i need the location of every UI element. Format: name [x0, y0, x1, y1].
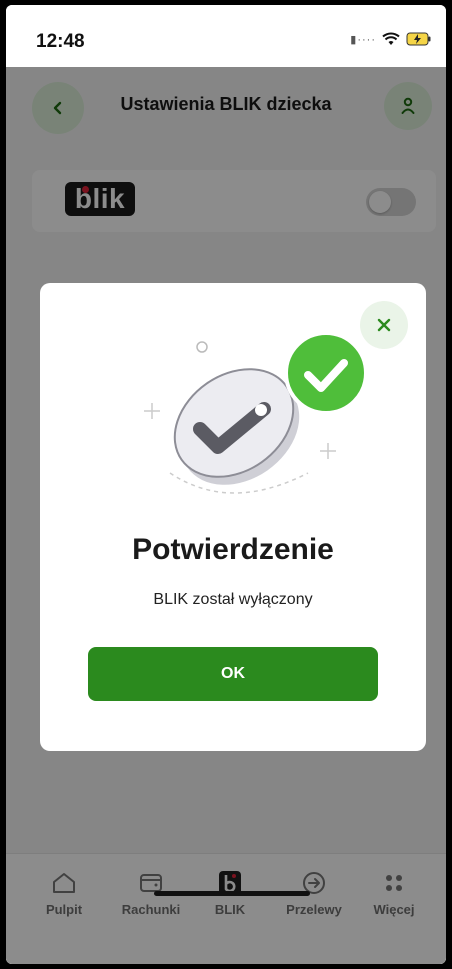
status-icons: ▮····: [350, 32, 432, 46]
app-content: Ustawienia BLIK dziecka blik Pulpit Rach…: [6, 67, 446, 964]
phone-screen: 12:48 ▮···· Ustawienia BLIK dziecka blik…: [6, 5, 446, 964]
close-icon: [377, 318, 391, 332]
confirmation-dialog: Potwierdzenie BLIK został wyłączony OK: [40, 283, 426, 751]
dialog-message: BLIK został wyłączony: [153, 591, 313, 608]
dialog-title: Potwierdzenie: [132, 533, 334, 566]
success-illustration: [144, 331, 368, 494]
signal-icon: ▮····: [350, 33, 376, 46]
wifi-icon: [382, 32, 400, 45]
battery-icon: [406, 32, 431, 46]
status-bar: 12:48 ▮····: [6, 5, 446, 67]
home-indicator: [154, 891, 310, 896]
status-time: 12:48: [36, 31, 85, 52]
ok-button[interactable]: OK: [88, 647, 378, 701]
